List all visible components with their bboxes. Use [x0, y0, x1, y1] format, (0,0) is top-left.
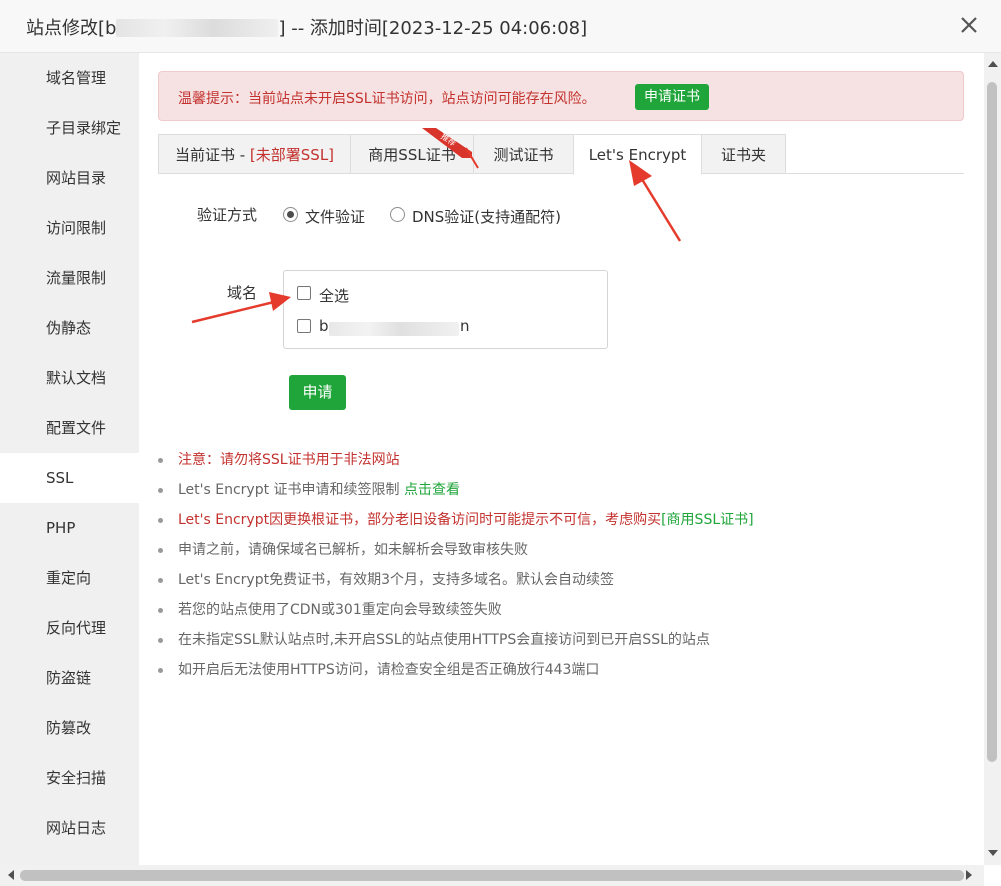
- note-text: 注意：请勿将SSL证书用于非法网站: [178, 452, 400, 468]
- scroll-up-icon[interactable]: [988, 61, 998, 67]
- close-icon[interactable]: [958, 14, 980, 36]
- bullet: [158, 458, 163, 463]
- cert-status: [未部署SSL]: [249, 146, 335, 164]
- bullet: [158, 578, 163, 583]
- note-text: 如开启后无法使用HTTPS访问，请检查安全组是否正确放行443端口: [178, 662, 600, 678]
- note-body: Let's Encrypt因更换根证书，部分老旧设备访问时可能提示不可信，考虑购…: [178, 512, 662, 528]
- sidebar-item-hotlink[interactable]: 防盗链: [0, 653, 139, 703]
- tab-lets-encrypt[interactable]: Let's Encrypt: [573, 134, 702, 175]
- warning-text: 温馨提示：当前站点未开启SSL证书访问，站点访问可能存在风险。: [178, 91, 596, 107]
- scroll-down-icon[interactable]: [988, 850, 998, 856]
- title-suffix: ] -- 添加时间[2023-12-25 04:06:08]: [278, 18, 588, 39]
- domain-first-char: b: [319, 317, 329, 335]
- bullet: [158, 668, 163, 673]
- title-prefix: 站点修改[b: [26, 18, 117, 39]
- bullet: [158, 638, 163, 643]
- sidebar: 域名管理 子目录绑定 网站目录 访问限制 流量限制 伪静态 默认文档 配置文件 …: [0, 53, 139, 865]
- radio-file-verify[interactable]: [283, 207, 298, 222]
- ssl-panel: 温馨提示：当前站点未开启SSL证书访问，站点访问可能存在风险。 申请证书 当前证…: [139, 53, 984, 865]
- note-body: Let's Encrypt 证书申请和续签限制: [178, 482, 404, 498]
- sidebar-item-site-log[interactable]: 网站日志: [0, 803, 139, 853]
- redacted-site-name: [116, 19, 279, 37]
- sidebar-item-rewrite[interactable]: 伪静态: [0, 303, 139, 353]
- tab-test-cert[interactable]: 测试证书: [473, 134, 574, 174]
- bullet: [158, 488, 163, 493]
- domain-label: 域名: [227, 284, 258, 302]
- domain-last-char: n: [460, 317, 470, 335]
- redacted-domain: [329, 322, 459, 336]
- bullet: [158, 548, 163, 553]
- tab-current-cert[interactable]: 当前证书 - [未部署SSL]: [158, 134, 351, 174]
- sidebar-item-redirect[interactable]: 重定向: [0, 553, 139, 603]
- tab-current-cert-label: 当前证书 -: [174, 146, 250, 164]
- cert-tabs: 当前证书 - [未部署SSL] 商用SSL证书 测试证书 Let's Encry…: [158, 134, 964, 175]
- checkbox-select-all[interactable]: [297, 286, 311, 300]
- domain-list: 全选 b n: [283, 270, 608, 349]
- sidebar-item-traffic-limit[interactable]: 流量限制: [0, 253, 139, 303]
- sidebar-item-access-limit[interactable]: 访问限制: [0, 203, 139, 253]
- note-text: 在未指定SSL默认站点时,未开启SSL的站点使用HTTPS会直接访问到已开启SS…: [178, 632, 710, 648]
- dialog-titlebar: 站点修改[b ] -- 添加时间[2023-12-25 04:06:08]: [0, 0, 1001, 53]
- horizontal-scrollbar[interactable]: [0, 865, 984, 886]
- sidebar-item-tamper[interactable]: 防篡改: [0, 703, 139, 753]
- sidebar-item-php[interactable]: PHP: [0, 503, 139, 553]
- horizontal-scroll-thumb[interactable]: [20, 870, 964, 881]
- scroll-left-icon[interactable]: [8, 870, 14, 880]
- vertical-scroll-thumb[interactable]: [987, 82, 997, 762]
- note-text: 申请之前，请确保域名已解析，如未解析会导致审核失败: [178, 542, 528, 558]
- sidebar-item-site-dir[interactable]: 网站目录: [0, 153, 139, 203]
- bullet: [158, 518, 163, 523]
- note-text: 若您的站点使用了CDN或301重定向会导致续签失败: [178, 602, 502, 618]
- note-text: Let's Encrypt 证书申请和续签限制 点击查看: [178, 475, 460, 505]
- apply-cert-button[interactable]: 申请证书: [635, 84, 709, 110]
- sidebar-item-subdir[interactable]: 子目录绑定: [0, 103, 139, 153]
- sidebar-item-domain[interactable]: 域名管理: [0, 53, 139, 103]
- view-limits-link[interactable]: 点击查看: [404, 482, 460, 498]
- apply-submit-button[interactable]: 申请: [289, 375, 346, 410]
- dialog-title: 站点修改[b ] -- 添加时间[2023-12-25 04:06:08]: [26, 14, 587, 40]
- sidebar-item-config[interactable]: 配置文件: [0, 403, 139, 453]
- checkbox-domain[interactable]: [297, 319, 311, 333]
- tab-cert-folder[interactable]: 证书夹: [701, 134, 786, 174]
- note-text: Let's Encrypt因更换根证书，部分老旧设备访问时可能提示不可信，考虑购…: [178, 505, 754, 535]
- bullet: [158, 608, 163, 613]
- vertical-scrollbar[interactable]: [984, 53, 1001, 865]
- buy-commercial-ssl-link[interactable]: [商用SSL证书]: [661, 512, 754, 528]
- sidebar-item-reverse-proxy[interactable]: 反向代理: [0, 603, 139, 653]
- sidebar-item-security-scan[interactable]: 安全扫描: [0, 753, 139, 803]
- scroll-right-icon[interactable]: [966, 870, 972, 880]
- sidebar-item-ssl[interactable]: SSL: [0, 453, 139, 503]
- verify-method-label: 验证方式: [197, 206, 258, 224]
- radio-dns-verify[interactable]: [390, 207, 405, 222]
- select-all-label[interactable]: 全选: [319, 285, 349, 306]
- ssl-warning-banner: 温馨提示：当前站点未开启SSL证书访问，站点访问可能存在风险。 申请证书: [158, 71, 964, 121]
- sidebar-item-default-doc[interactable]: 默认文档: [0, 353, 139, 403]
- recommend-ribbon: 推荐: [422, 128, 472, 158]
- radio-file-verify-label[interactable]: 文件验证: [305, 206, 365, 227]
- note-text: Let's Encrypt免费证书，有效期3个月，支持多域名。默认会自动续签: [178, 572, 614, 588]
- radio-dns-verify-label[interactable]: DNS验证(支持通配符): [412, 206, 561, 227]
